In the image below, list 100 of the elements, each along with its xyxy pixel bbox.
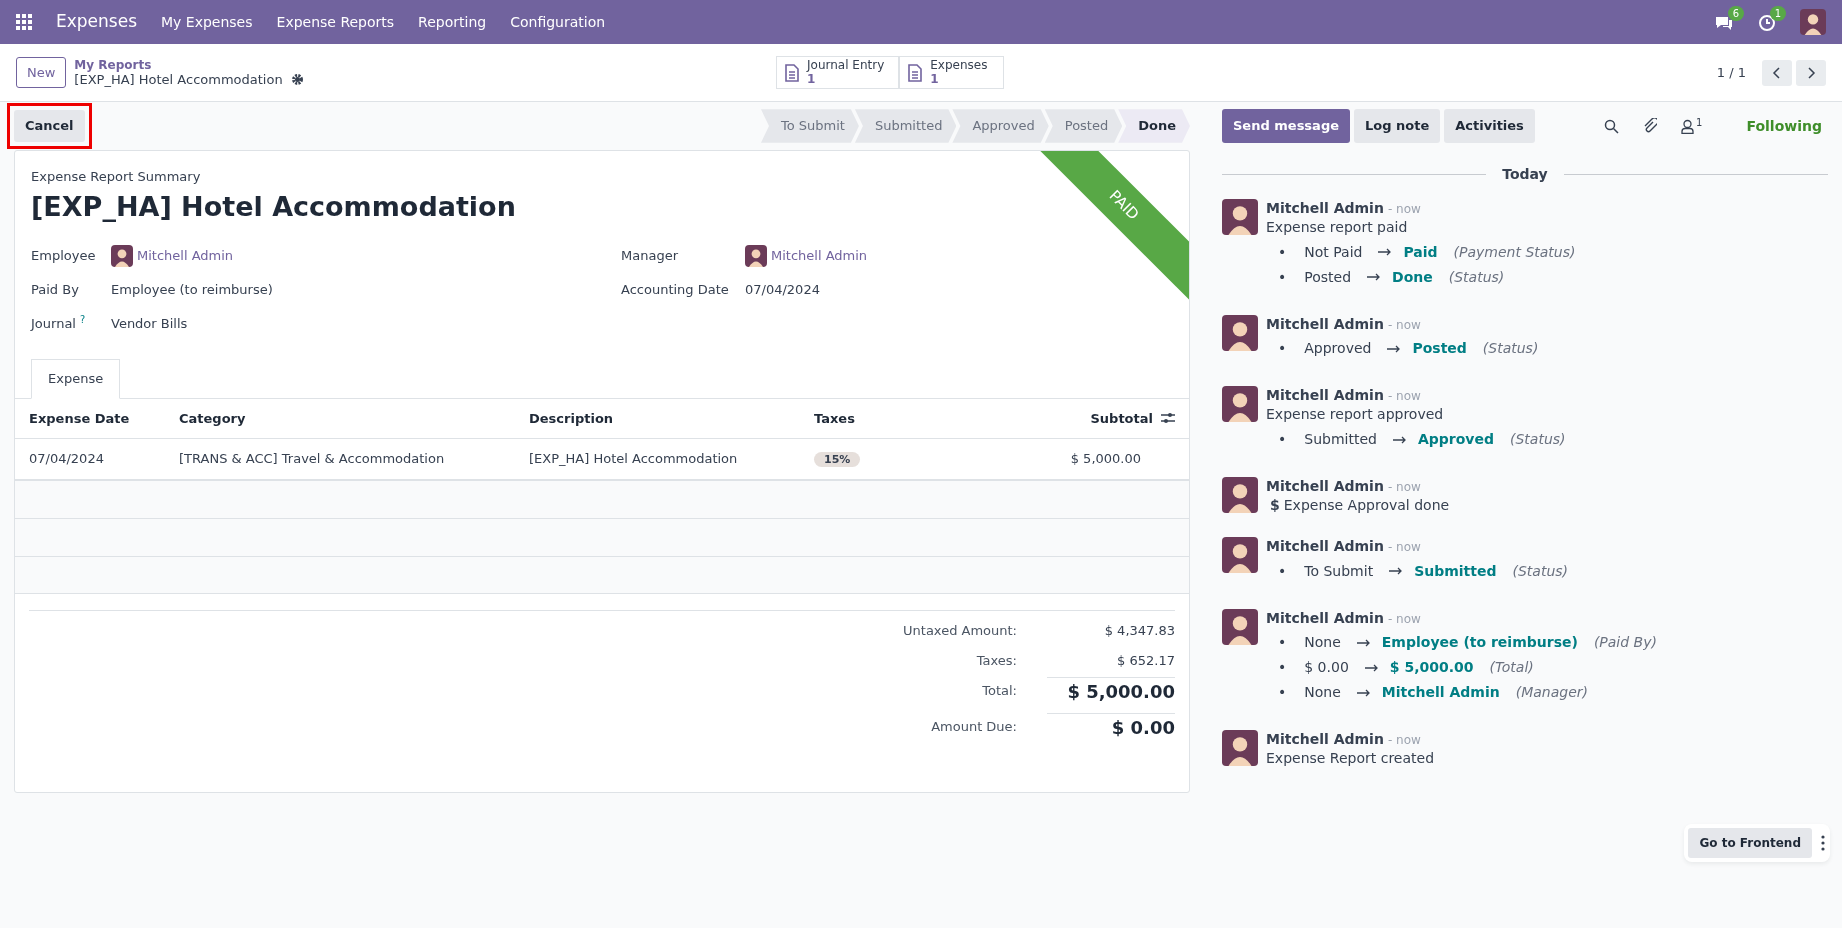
status-stage[interactable]: Submitted — [854, 109, 957, 143]
total-value: $ 4,347.83 — [1103, 621, 1175, 640]
new-value: Paid — [1403, 242, 1438, 262]
gear-icon[interactable] — [290, 73, 304, 87]
follower-icon[interactable] — [1681, 118, 1695, 134]
message-body: Expense Report created — [1266, 749, 1435, 768]
form-title: [EXP_HA] Hotel Accommodation — [31, 189, 516, 224]
status-stage[interactable]: Done — [1118, 109, 1190, 143]
next-icon[interactable] — [1796, 59, 1826, 86]
author-avatar[interactable] — [1222, 314, 1258, 351]
field-value: Employee (to reimburse) — [111, 281, 273, 300]
column-settings-icon[interactable] — [1161, 412, 1175, 425]
new-value: Done — [1392, 267, 1433, 287]
cancel-button[interactable]: Cancel — [14, 110, 85, 142]
smart-button[interactable]: Journal Entry 1 — [776, 56, 900, 89]
user-avatar[interactable] — [1800, 9, 1826, 35]
activity-count-badge: 1 — [1769, 6, 1786, 22]
previous-icon[interactable] — [1762, 59, 1792, 86]
message-author[interactable]: Mitchell Admin — [1266, 609, 1384, 626]
total-label: Total: — [982, 681, 1018, 700]
author-avatar[interactable] — [1222, 386, 1258, 423]
menu-item[interactable]: Reporting — [418, 11, 487, 33]
bullet-mark: • — [1278, 561, 1287, 581]
field-label-text: Paid By — [31, 282, 79, 298]
message-body: Expense report paid — [1266, 217, 1408, 237]
following-button[interactable]: Following — [1740, 114, 1828, 138]
old-value: None — [1304, 633, 1341, 653]
table-cell-text: [TRANS & ACC] Travel & Accommodation — [178, 450, 446, 468]
bullet-mark: • — [1278, 267, 1287, 287]
search-icon[interactable] — [1604, 118, 1620, 134]
bullet-mark: • — [1278, 683, 1287, 703]
message-author[interactable]: Mitchell Admin — [1266, 731, 1384, 748]
message-author[interactable]: Mitchell Admin — [1266, 478, 1384, 494]
column-header: Category — [165, 398, 515, 439]
arrow-icon — [1364, 663, 1379, 672]
message-author[interactable]: Mitchell Admin — [1266, 200, 1384, 216]
total-value: $ 0.00 — [1047, 712, 1175, 741]
total-label: Amount Due: — [931, 717, 1018, 736]
menu-item[interactable]: My Expenses — [161, 11, 253, 33]
menu-item[interactable]: Expense Reports — [276, 11, 395, 33]
go-to-frontend-button[interactable]: Go to Frontend — [1688, 828, 1812, 858]
arrow-icon — [1356, 638, 1371, 647]
chatter-button[interactable]: Activities — [1444, 109, 1535, 143]
app-name[interactable]: Expenses — [56, 9, 137, 35]
chatter-button[interactable]: Log note — [1354, 109, 1441, 143]
table-cell-text: [EXP_HA] Hotel Accommodation — [528, 450, 739, 468]
old-value: Not Paid — [1304, 242, 1363, 262]
breadcrumb-link[interactable]: My Reports — [74, 57, 304, 72]
help-tooltip[interactable]: ? — [79, 314, 86, 326]
bullet-mark: • — [1278, 658, 1287, 678]
user-link[interactable]: Mitchell Admin — [771, 246, 868, 266]
date-separator: Today — [1502, 165, 1548, 184]
author-avatar[interactable] — [1222, 536, 1258, 573]
bullet-mark: • — [1278, 242, 1287, 262]
table-cell-text: 07/04/2024 — [28, 450, 105, 468]
total-value: $ 652.17 — [1116, 651, 1175, 670]
pager-value: 1 / 1 — [1716, 63, 1746, 82]
message-author[interactable]: Mitchell Admin — [1266, 387, 1384, 404]
status-stage[interactable]: Posted — [1044, 109, 1123, 143]
arrow-icon — [1392, 435, 1407, 444]
status-stage[interactable]: To Submit — [761, 109, 859, 143]
smart-button-count: 1 — [807, 72, 816, 86]
message-time: - now — [1387, 317, 1421, 332]
field-label-text: Accounting Date — [621, 282, 729, 298]
smart-button[interactable]: Expenses 1 — [899, 56, 1005, 89]
status-stage[interactable]: Approved — [952, 109, 1049, 143]
column-header: Expense Date — [15, 398, 165, 439]
dollar-icon: $ — [1270, 495, 1280, 515]
message-author[interactable]: Mitchell Admin — [1266, 315, 1384, 332]
tax-tag: 15% — [814, 452, 861, 467]
author-avatar[interactable] — [1222, 730, 1258, 767]
author-avatar[interactable] — [1222, 199, 1258, 235]
bullet-mark: • — [1278, 633, 1287, 653]
new-value: Employee (to reimburse) — [1381, 633, 1578, 653]
author-avatar[interactable] — [1222, 608, 1258, 645]
user-link[interactable]: Mitchell Admin — [137, 246, 234, 266]
apps-menu-icon[interactable] — [16, 14, 32, 30]
smart-button-label: Journal Entry — [807, 59, 885, 73]
old-value: Approved — [1304, 339, 1372, 359]
changed-field: (Paid By) — [1593, 633, 1657, 653]
arrow-icon — [1387, 344, 1402, 353]
menu-item[interactable]: Configuration — [510, 11, 606, 33]
message-time: - now — [1387, 733, 1421, 748]
changed-field: (Manager) — [1515, 683, 1588, 703]
new-button[interactable]: New — [16, 56, 67, 89]
field-label-text: Journal — [31, 316, 76, 332]
changed-field: (Payment Status) — [1453, 242, 1576, 262]
bullet-mark: • — [1278, 430, 1287, 449]
message-author[interactable]: Mitchell Admin — [1266, 537, 1384, 554]
message-time: - now — [1387, 202, 1421, 216]
clock-icon[interactable] — [1758, 13, 1776, 32]
paperclip-icon[interactable] — [1643, 118, 1658, 134]
notebook-tab[interactable]: Expense — [31, 359, 121, 399]
more-options-icon[interactable] — [1820, 835, 1826, 851]
new-value: Approved — [1417, 430, 1494, 449]
author-avatar[interactable] — [1222, 477, 1258, 513]
arrow-icon — [1389, 567, 1404, 576]
person-avatar — [745, 245, 767, 267]
bullet-mark: • — [1278, 339, 1287, 359]
chatter-button[interactable]: Send message — [1222, 109, 1350, 143]
